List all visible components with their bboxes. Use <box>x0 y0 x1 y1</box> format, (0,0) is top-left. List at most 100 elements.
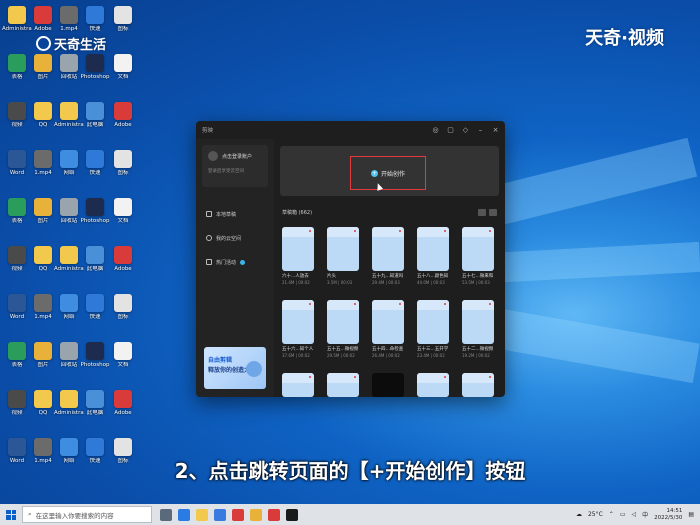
desktop-icon[interactable]: QQ <box>30 390 56 430</box>
draft-meta: 37.6M | 00:02 <box>282 353 310 358</box>
desktop-icon[interactable]: Photoshop <box>81 198 109 238</box>
folder-icon[interactable] <box>250 508 262 521</box>
desktop-icon[interactable]: 表格 <box>4 198 30 238</box>
draft-card[interactable] <box>327 373 359 397</box>
sidebar-item-hot-events[interactable]: 热门活动 <box>202 255 268 269</box>
desktop-icon[interactable]: 此电脑 <box>82 390 108 430</box>
desktop-icon[interactable]: QQ <box>30 102 56 142</box>
weather-text[interactable]: 25°C <box>588 511 603 518</box>
desktop-icon[interactable]: Administrator <box>54 390 84 430</box>
desktop-icon[interactable]: 此电脑 <box>82 102 108 142</box>
draft-card[interactable]: 五十七...微来和 53.5M | 00:03 <box>462 227 494 285</box>
list-view-icon[interactable] <box>489 208 497 216</box>
desktop-icon[interactable]: Administrator <box>54 246 84 286</box>
desktop-icon[interactable]: 快速 <box>82 294 108 334</box>
feedback-icon[interactable]: ◇ <box>462 126 469 134</box>
edge-icon[interactable] <box>178 508 190 521</box>
desktop-icon[interactable]: Adobe <box>110 246 136 286</box>
desktop-icon[interactable]: 文档 <box>110 342 136 382</box>
desktop-icon[interactable]: 文档 <box>110 54 136 94</box>
start-creation-button[interactable]: + 开始创作 <box>350 156 426 190</box>
desktop-icon[interactable]: Administrator <box>54 102 84 142</box>
app-icon <box>8 342 26 360</box>
desktop-icon[interactable]: 快速 <box>82 150 108 190</box>
draft-meta: 23.4M | 00:02 <box>417 353 445 358</box>
desktop-icon-label: 快速 <box>89 26 101 32</box>
desktop-icon[interactable]: Word <box>4 150 30 190</box>
login-panel[interactable]: 点击登录账户 登录后享受云空间 <box>202 145 268 187</box>
desktop-icon[interactable]: Adobe <box>30 6 56 46</box>
draft-card[interactable]: 五十三...五开学 23.4M | 00:02 <box>417 300 449 358</box>
draft-card[interactable] <box>372 373 404 397</box>
desktop-icon[interactable]: 图标 <box>110 6 136 46</box>
desktop-icon[interactable]: QQ <box>30 246 56 286</box>
desktop-icon[interactable]: Photoshop <box>81 54 109 94</box>
desktop-icon[interactable]: 回收站 <box>56 198 82 238</box>
desktop-icon[interactable]: 1.mp4 <box>30 150 56 190</box>
avatar[interactable] <box>208 151 218 161</box>
start-button[interactable] <box>0 504 22 525</box>
desktop-icon[interactable]: 视频 <box>4 246 30 286</box>
draft-thumbnail <box>372 227 404 271</box>
desktop-icon[interactable]: 图片 <box>30 198 56 238</box>
desktop-icon[interactable]: 视频 <box>4 390 30 430</box>
desktop-icon[interactable]: 快速 <box>82 6 108 46</box>
netease-music-icon[interactable] <box>268 508 280 521</box>
taskbar-search[interactable]: ⌕ 在这里输入你要搜索的内容 <box>22 506 152 523</box>
draft-thumbnail <box>417 227 449 271</box>
login-title[interactable]: 点击登录账户 <box>222 153 252 160</box>
sidebar-item-local-drafts[interactable]: 本地草稿 <box>202 207 268 221</box>
app-icon <box>34 150 52 168</box>
desktop-icon[interactable]: 回收站 <box>56 342 82 382</box>
desktop-icon[interactable]: 表格 <box>4 54 30 94</box>
clock[interactable]: 14:51 2022/5/30 <box>654 508 682 522</box>
draft-card[interactable]: 五十五...微视频 29.5M | 00:02 <box>327 300 359 358</box>
desktop-icon[interactable]: Administrator <box>2 6 32 46</box>
desktop-icon[interactable]: 图片 <box>30 342 56 382</box>
desktop-icon[interactable]: 此电脑 <box>82 246 108 286</box>
promo-banner[interactable]: 自由剪辑 释放你的创造力 <box>204 347 266 389</box>
desktop-icon[interactable]: 图片 <box>30 54 56 94</box>
draft-card[interactable]: 五十九...知道吗 29.4M | 00:03 <box>372 227 404 285</box>
desktop-icon[interactable]: 视频 <box>4 102 30 142</box>
draft-card[interactable]: 五十二...微视频 19.2M | 00:02 <box>462 300 494 358</box>
help-icon[interactable]: ◎ <box>432 126 439 134</box>
settings-icon[interactable]: ▢ <box>447 126 454 134</box>
volume-icon[interactable]: ◁ <box>631 511 636 518</box>
draft-card[interactable]: 五十六...知个人 37.6M | 00:02 <box>282 300 314 358</box>
desktop-icon[interactable]: Word <box>4 294 30 334</box>
draft-card[interactable] <box>282 373 314 397</box>
draft-card[interactable]: 五十八...颜色知 44.0M | 00:03 <box>417 227 449 285</box>
network-icon[interactable]: ▭ <box>620 511 626 518</box>
draft-card[interactable]: 片头 3.5M | 00:03 <box>327 227 359 285</box>
desktop-icon[interactable]: 图标 <box>110 150 136 190</box>
desktop-icon[interactable]: 图标 <box>110 294 136 334</box>
start-creation-area[interactable]: + 开始创作 <box>280 146 499 196</box>
wps-icon[interactable] <box>232 508 244 521</box>
close-icon[interactable]: × <box>492 126 499 134</box>
sidebar-item-cloud-space[interactable]: 我的云空间 <box>202 231 268 245</box>
notification-icon[interactable]: ▤ <box>688 511 694 518</box>
store-icon[interactable] <box>214 508 226 521</box>
desktop-icon[interactable]: 1.mp4 <box>30 294 56 334</box>
desktop-icon[interactable]: Photoshop <box>81 342 109 382</box>
desktop-icon[interactable]: Adobe <box>110 390 136 430</box>
ime-icon[interactable]: 中 <box>642 510 648 519</box>
desktop-icon[interactable]: 网络 <box>56 294 82 334</box>
tray-arrow-icon[interactable]: ⌃ <box>609 511 614 518</box>
desktop-icon[interactable]: 表格 <box>4 342 30 382</box>
desktop-icon[interactable]: 回收站 <box>56 54 82 94</box>
jianying-icon[interactable] <box>286 508 298 521</box>
draft-card[interactable]: 六十...人放去 21.4M | 00:02 <box>282 227 314 285</box>
desktop-icon[interactable]: 文档 <box>110 198 136 238</box>
desktop-icon[interactable]: 网络 <box>56 150 82 190</box>
desktop-icon[interactable]: Adobe <box>110 102 136 142</box>
draft-card[interactable]: 五十四...命检查 26.4M | 00:02 <box>372 300 404 358</box>
task-view-icon[interactable] <box>160 508 172 521</box>
grid-view-icon[interactable] <box>478 208 486 216</box>
minimize-icon[interactable]: – <box>477 126 484 134</box>
draft-card[interactable] <box>417 373 449 397</box>
file-explorer-icon[interactable] <box>196 508 208 521</box>
draft-card[interactable] <box>462 373 494 397</box>
desktop-icon[interactable]: 1.mp4 <box>56 6 82 46</box>
